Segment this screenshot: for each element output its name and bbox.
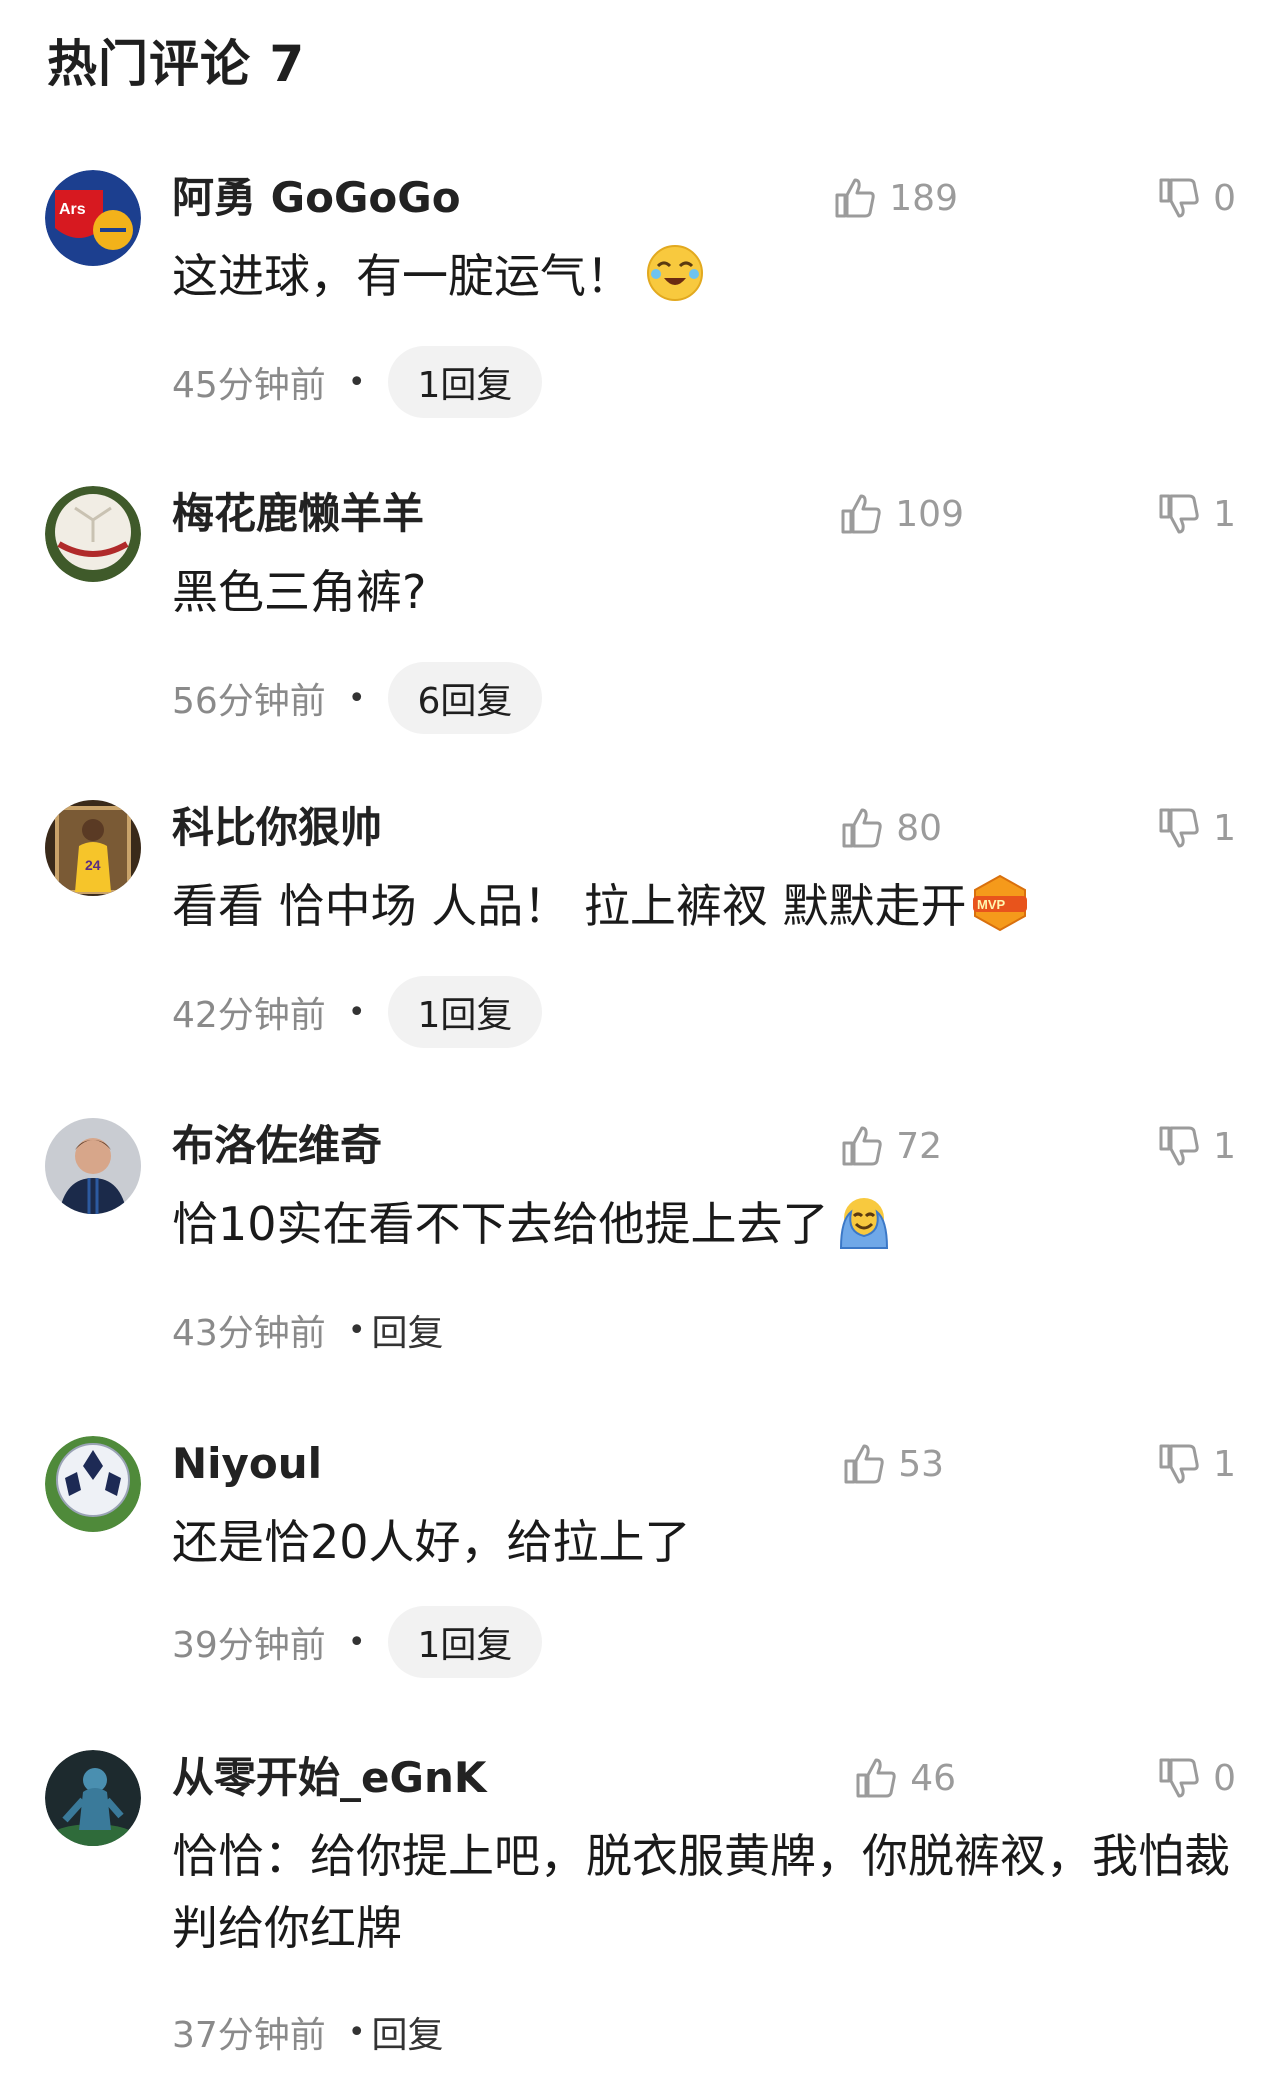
comment-text: 黑色三角裤?: [172, 565, 427, 619]
soccer-ball-avatar[interactable]: [45, 486, 141, 582]
like-button[interactable]: 109: [839, 488, 964, 540]
section-title: 热门评论 7: [47, 35, 306, 93]
like-count: 72: [896, 1125, 942, 1167]
dislike-count: 1: [1213, 1125, 1236, 1167]
dislike-button[interactable]: 1: [1157, 802, 1236, 854]
separator-dot: •: [347, 994, 366, 1030]
reply-button[interactable]: 1回复: [387, 1606, 543, 1678]
comment-username[interactable]: 科比你狠帅: [172, 800, 382, 856]
like-button[interactable]: 189: [833, 172, 958, 224]
thumbs-up-icon: [856, 1758, 896, 1798]
thumbs-down-icon: [1159, 178, 1199, 218]
comment-time: 56分钟前: [172, 681, 326, 722]
arsenal-crest-avatar[interactable]: Ars: [45, 170, 141, 266]
thumbs-down-icon: [1159, 1758, 1199, 1798]
thumbs-down-icon: [1159, 494, 1199, 534]
comment-time: 43分钟前: [172, 1313, 326, 1354]
comment-time: 39分钟前: [172, 1625, 326, 1666]
kobe-photo-avatar[interactable]: 24: [45, 800, 141, 896]
like-button[interactable]: 80: [840, 802, 942, 854]
separator-dot: •: [347, 680, 366, 716]
reply-button[interactable]: 6回复: [387, 662, 543, 734]
comment-username[interactable]: 从零开始_eGnK: [172, 1750, 486, 1806]
dislike-count: 0: [1213, 1757, 1236, 1799]
reply-button[interactable]: 1回复: [387, 976, 543, 1048]
comment-text-wrap: 恰10实在看不下去给他提上去了: [172, 1188, 1232, 1260]
comment-meta-row: 43分钟前 • 回复: [172, 1294, 444, 1366]
separator-dot: •: [347, 1312, 366, 1348]
like-count: 53: [898, 1443, 944, 1485]
comment-time: 42分钟前: [172, 995, 326, 1036]
player-portrait-avatar[interactable]: [45, 1118, 141, 1214]
separator-dot: •: [347, 1624, 366, 1660]
thumbs-down-icon: [1159, 808, 1199, 848]
thumbs-down-icon: [1159, 1444, 1199, 1484]
svg-text:24: 24: [85, 857, 101, 873]
comment-text: 恰恰：给你提上吧，脱衣服黄牌，你脱裤衩，我怕裁判给你红牌: [172, 1829, 1230, 1955]
comment-meta-row: 42分钟前 • 1回复: [172, 976, 543, 1048]
separator-dot: •: [347, 364, 366, 400]
crying-laughing-emoji: [646, 244, 704, 302]
dislike-count: 1: [1213, 493, 1236, 535]
svg-text:Ars: Ars: [59, 201, 86, 218]
like-count: 80: [896, 807, 942, 849]
like-button[interactable]: 46: [854, 1752, 956, 1804]
reply-button[interactable]: 回复: [372, 2006, 444, 2058]
comment-text: 恰10实在看不下去给他提上去了: [172, 1197, 829, 1251]
reply-button[interactable]: 回复: [372, 1304, 444, 1356]
comment-username[interactable]: Niyoul: [172, 1436, 322, 1492]
like-count: 189: [889, 177, 958, 219]
like-button[interactable]: 72: [840, 1120, 942, 1172]
comment-text-wrap: 看看 恰中场 人品！ 拉上裤衩 默默走开 MVP: [172, 870, 1232, 942]
thumbs-down-icon: [1159, 1126, 1199, 1166]
dislike-button[interactable]: 0: [1157, 1752, 1236, 1804]
separator-dot: •: [347, 2014, 366, 2050]
reply-button[interactable]: 1回复: [387, 346, 543, 418]
comment-meta-row: 39分钟前 • 1回复: [172, 1606, 543, 1678]
dislike-count: 1: [1213, 807, 1236, 849]
champions-ball-avatar[interactable]: [45, 1436, 141, 1532]
dislike-button[interactable]: 1: [1157, 1120, 1236, 1172]
thumbs-up-icon: [835, 178, 875, 218]
like-button[interactable]: 53: [842, 1438, 944, 1490]
comment-meta-row: 56分钟前 • 6回复: [172, 662, 543, 734]
thumbs-up-icon: [842, 808, 882, 848]
thumbs-up-icon: [842, 1126, 882, 1166]
dislike-count: 0: [1213, 177, 1236, 219]
like-count: 109: [895, 493, 964, 535]
comment-time: 37分钟前: [172, 2015, 326, 2056]
comment-text-wrap: 这进球，有一腚运气！: [172, 240, 1232, 312]
dislike-button[interactable]: 0: [1157, 172, 1236, 224]
game-character-avatar[interactable]: [45, 1750, 141, 1846]
thumbs-up-icon: [844, 1444, 884, 1484]
dislike-button[interactable]: 1: [1157, 1438, 1236, 1490]
dislike-count: 1: [1213, 1443, 1236, 1485]
comment-username[interactable]: 阿勇 GoGoGo: [172, 170, 461, 226]
comment-meta-row: 45分钟前 • 1回复: [172, 346, 543, 418]
like-count: 46: [910, 1757, 956, 1799]
comment-username[interactable]: 梅花鹿懒羊羊: [172, 486, 424, 542]
svg-text:MVP: MVP: [977, 897, 1006, 912]
mvp-badge-emoji: MVP: [971, 874, 1029, 932]
comment-time: 45分钟前: [172, 365, 326, 406]
blanket-laugh-emoji: [835, 1192, 893, 1250]
dislike-button[interactable]: 1: [1157, 488, 1236, 540]
comment-meta-row: 37分钟前 • 回复: [172, 1996, 444, 2068]
comment-text: 看看 恰中场 人品！ 拉上裤衩 默默走开: [172, 879, 967, 933]
comment-text: 这进球，有一腚运气！: [172, 249, 632, 303]
thumbs-up-icon: [841, 494, 881, 534]
comment-text: 还是恰20人好，给拉上了: [172, 1515, 691, 1569]
comment-username[interactable]: 布洛佐维奇: [172, 1118, 382, 1174]
